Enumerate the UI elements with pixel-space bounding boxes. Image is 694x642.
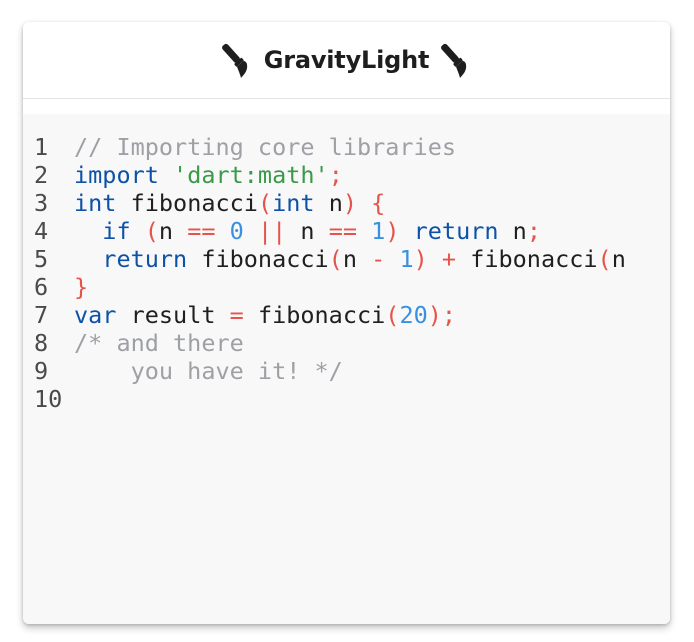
code-line: 10 — [34, 385, 664, 413]
line-number: 4 — [34, 217, 49, 245]
code-token-punct: ( — [385, 301, 400, 329]
title-group: GravityLight — [217, 41, 477, 79]
line-number: 5 — [34, 245, 49, 273]
code-token-keyword: import — [74, 161, 159, 189]
code-token-punct: = — [229, 301, 244, 329]
code-token-keyword: return — [413, 217, 499, 245]
line-number: 9 — [34, 357, 49, 385]
code-editor[interactable]: 1 // Importing core libraries 2 import 'dar… — [23, 114, 670, 624]
code-token-plain: fibonacci — [243, 301, 386, 329]
code-token-plain: fibonacci — [187, 245, 329, 273]
code-token-punct: } — [74, 273, 89, 301]
code-token-punct: ( — [144, 217, 159, 245]
paintbrush-icon — [441, 43, 467, 78]
code-token-comment: /* and there — [74, 329, 244, 357]
code-token-number: 0 — [229, 217, 244, 245]
paintbrush-icon — [221, 43, 247, 78]
code-token-keyword: if — [102, 217, 131, 245]
code-token-punct: ) — [385, 217, 400, 245]
code-token-comment: // Importing core libraries — [74, 133, 457, 161]
code-token-plain: n — [611, 245, 626, 273]
code-token-string: 'dart:math' — [173, 161, 329, 189]
code-token-punct: ) — [413, 245, 428, 273]
code-token-comment: you have it! */ — [74, 357, 343, 385]
code-token-number: 20 — [399, 301, 428, 329]
code-token-punct: ) — [342, 189, 357, 217]
code-token-keyword: int — [272, 189, 315, 217]
code-token-punct: == — [187, 217, 216, 245]
code-token-keyword: var — [74, 301, 117, 329]
code-token-plain: n — [342, 245, 372, 273]
code-token-plain: n — [314, 189, 343, 217]
code-line: 5 return fibonacci(n - 1) + fibonacci(n — [34, 245, 664, 273]
code-token-punct: ; — [526, 217, 541, 245]
code-token-punct: || — [257, 217, 287, 245]
code-token-plain: n — [498, 217, 527, 245]
line-number: 8 — [34, 329, 49, 357]
code-token-punct: ); — [427, 301, 457, 329]
code-token-plain: result — [116, 301, 230, 329]
line-number: 1 — [34, 133, 49, 161]
line-number: 3 — [34, 189, 49, 217]
code-line: 3 int fibonacci(int n) { — [34, 189, 664, 217]
code-line: 7 var result = fibonacci(20); — [34, 301, 664, 329]
card-header: GravityLight — [23, 22, 670, 99]
code-token-punct: ; — [328, 161, 343, 189]
app-title: GravityLight — [263, 46, 430, 74]
line-number: 10 — [34, 385, 63, 413]
code-token-keyword: int — [74, 189, 117, 217]
code-token-punct: { — [371, 189, 386, 217]
code-token-punct: ( — [597, 245, 612, 273]
code-token-punct: ( — [328, 245, 343, 273]
code-line: 8 /* and there — [34, 329, 664, 357]
code-token-punct: + — [441, 245, 457, 273]
code-token-keyword: return — [102, 245, 188, 273]
code-lines: 1 // Importing core libraries 2 import 'dar… — [34, 133, 664, 413]
line-number: 7 — [34, 301, 49, 329]
code-token-punct: ( — [257, 189, 273, 217]
code-line: 1 // Importing core libraries — [34, 133, 664, 161]
code-token-plain: n — [286, 217, 329, 245]
code-token-punct: - — [371, 245, 386, 273]
code-line: 9 you have it! */ — [34, 357, 664, 385]
code-token-number: 1 — [399, 245, 414, 273]
code-line: 2 import 'dart:math'; — [34, 161, 664, 189]
code-card: GravityLight 1 // Importing core librarie… — [23, 22, 670, 624]
code-token-plain: fibonacci — [456, 245, 598, 273]
code-line: 4 if (n == 0 || n == 1) return n; — [34, 217, 664, 245]
line-number: 6 — [34, 273, 49, 301]
code-token-punct: == — [328, 217, 358, 245]
code-line: 6} — [34, 273, 664, 301]
code-token-plain: n — [158, 217, 188, 245]
code-token-number: 1 — [371, 217, 386, 245]
line-number: 2 — [34, 161, 49, 189]
code-token-plain: fibonacci — [116, 189, 258, 217]
